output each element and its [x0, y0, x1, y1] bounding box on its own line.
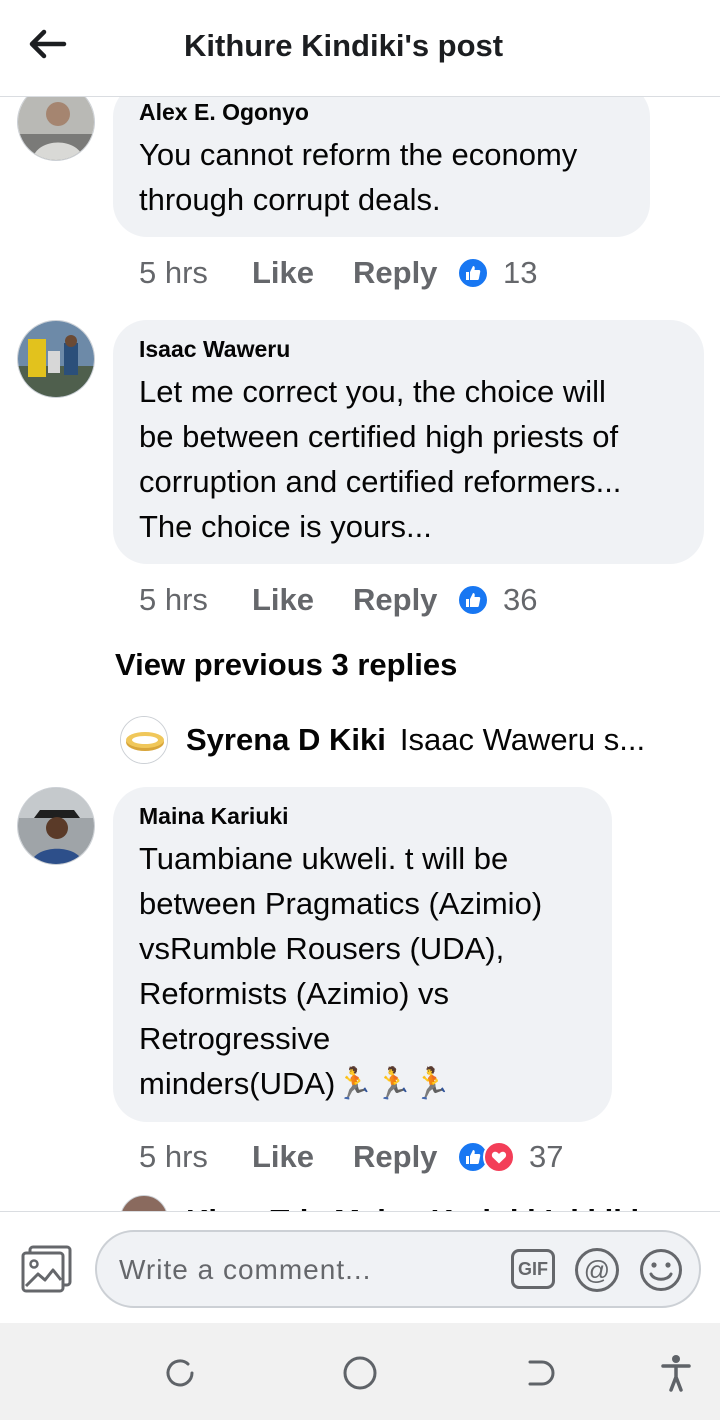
- comment-text-line: corruption and certified reformers...: [139, 464, 622, 499]
- thumbs-up-icon: [457, 584, 489, 616]
- recent-apps-icon[interactable]: [158, 1351, 202, 1395]
- photo-icon[interactable]: [20, 1244, 74, 1294]
- reaction-icons[interactable]: [457, 257, 489, 289]
- avatar[interactable]: [17, 787, 95, 865]
- comment-author[interactable]: Maina Kariuki: [139, 803, 586, 830]
- reply-button[interactable]: Reply: [353, 1139, 457, 1175]
- heart-icon: [483, 1141, 515, 1173]
- back-icon[interactable]: [518, 1351, 562, 1395]
- comment-input-placeholder: Write a comment...: [119, 1254, 372, 1285]
- reaction-count[interactable]: 13: [503, 255, 537, 291]
- comment-time[interactable]: 5 hrs: [139, 255, 252, 291]
- reply-button[interactable]: Reply: [353, 582, 457, 618]
- comment-text-line: minders(UDA)🏃🏃🏃: [139, 1066, 452, 1101]
- comment-text-line: Reformists (Azimio) vs: [139, 976, 450, 1011]
- comment-bubble[interactable]: Isaac Waweru Let me correct you, the cho…: [113, 320, 704, 564]
- comment-time[interactable]: 5 hrs: [139, 1139, 252, 1175]
- comment-time[interactable]: 5 hrs: [139, 582, 252, 618]
- comment-text-line: be between certified high priests of: [139, 419, 619, 454]
- mention-icon[interactable]: @: [575, 1248, 619, 1292]
- reaction-count[interactable]: 36: [503, 582, 537, 618]
- comment-author[interactable]: Alex E. Ogonyo: [139, 99, 624, 126]
- page-title: Kithure Kindiki's post: [184, 28, 504, 63]
- comment-text-line: between Pragmatics (Azimio): [139, 886, 543, 921]
- avatar[interactable]: [120, 1195, 168, 1211]
- reply-author[interactable]: Syrena D Kiki: [186, 722, 386, 758]
- avatar[interactable]: [17, 320, 95, 398]
- gif-icon[interactable]: GIF: [511, 1249, 555, 1289]
- comment-text-line: You cannot reform the economy: [139, 137, 578, 172]
- comment-composer: Write a comment... GIF @: [0, 1211, 720, 1323]
- like-button[interactable]: Like: [252, 582, 353, 618]
- comment-input[interactable]: Write a comment... GIF @: [95, 1230, 701, 1308]
- comment-bubble[interactable]: Maina Kariuki Tuambiane ukweli. t will b…: [113, 787, 612, 1122]
- reply-preview[interactable]: Syrena D Kiki Isaac Waweru s...: [120, 715, 680, 765]
- next-reply-text: Kiam Tric Maina Kariuki Isi kiki: [186, 1203, 639, 1211]
- view-previous-replies-link[interactable]: View previous 3 replies: [115, 647, 457, 683]
- reaction-icons[interactable]: [457, 1141, 515, 1173]
- avatar[interactable]: [120, 716, 168, 764]
- thumbs-up-icon: [457, 257, 489, 289]
- reaction-count[interactable]: 37: [529, 1139, 563, 1175]
- comment-text-line: Retrogressive: [139, 1021, 331, 1056]
- comment-meta: 5 hrs Like Reply 13: [139, 253, 537, 293]
- like-button[interactable]: Like: [252, 1139, 353, 1175]
- comment-meta: 5 hrs Like Reply 37: [139, 1137, 563, 1177]
- back-arrow-icon[interactable]: [26, 22, 70, 66]
- app-header: Kithure Kindiki's post: [0, 0, 720, 97]
- home-icon[interactable]: [338, 1351, 382, 1395]
- comment-text-line: vsRumble Rousers (UDA),: [139, 931, 505, 966]
- comment-text-line: Tuambiane ukweli. t will be: [139, 841, 509, 876]
- reaction-icons[interactable]: [457, 584, 489, 616]
- comments-feed[interactable]: Alex E. Ogonyo You cannot reform the eco…: [0, 97, 720, 1211]
- emoji-icon[interactable]: [639, 1248, 683, 1292]
- reply-button[interactable]: Reply: [353, 255, 457, 291]
- next-reply-partial[interactable]: Kiam Tric Maina Kariuki Isi kiki: [120, 1195, 700, 1211]
- comment-author[interactable]: Isaac Waweru: [139, 336, 678, 363]
- comment-text-line: Let me correct you, the choice will: [139, 374, 606, 409]
- reply-snippet: Isaac Waweru s...: [399, 722, 646, 757]
- comment-meta: 5 hrs Like Reply 36: [139, 580, 537, 620]
- comment-text-line: through corrupt deals.: [139, 182, 441, 217]
- avatar[interactable]: [17, 97, 95, 161]
- accessibility-icon[interactable]: [654, 1351, 698, 1395]
- system-nav-bar: [0, 1323, 720, 1420]
- comment-bubble[interactable]: Alex E. Ogonyo You cannot reform the eco…: [113, 97, 650, 237]
- comment-text-line: The choice is yours...: [139, 509, 432, 544]
- like-button[interactable]: Like: [252, 255, 353, 291]
